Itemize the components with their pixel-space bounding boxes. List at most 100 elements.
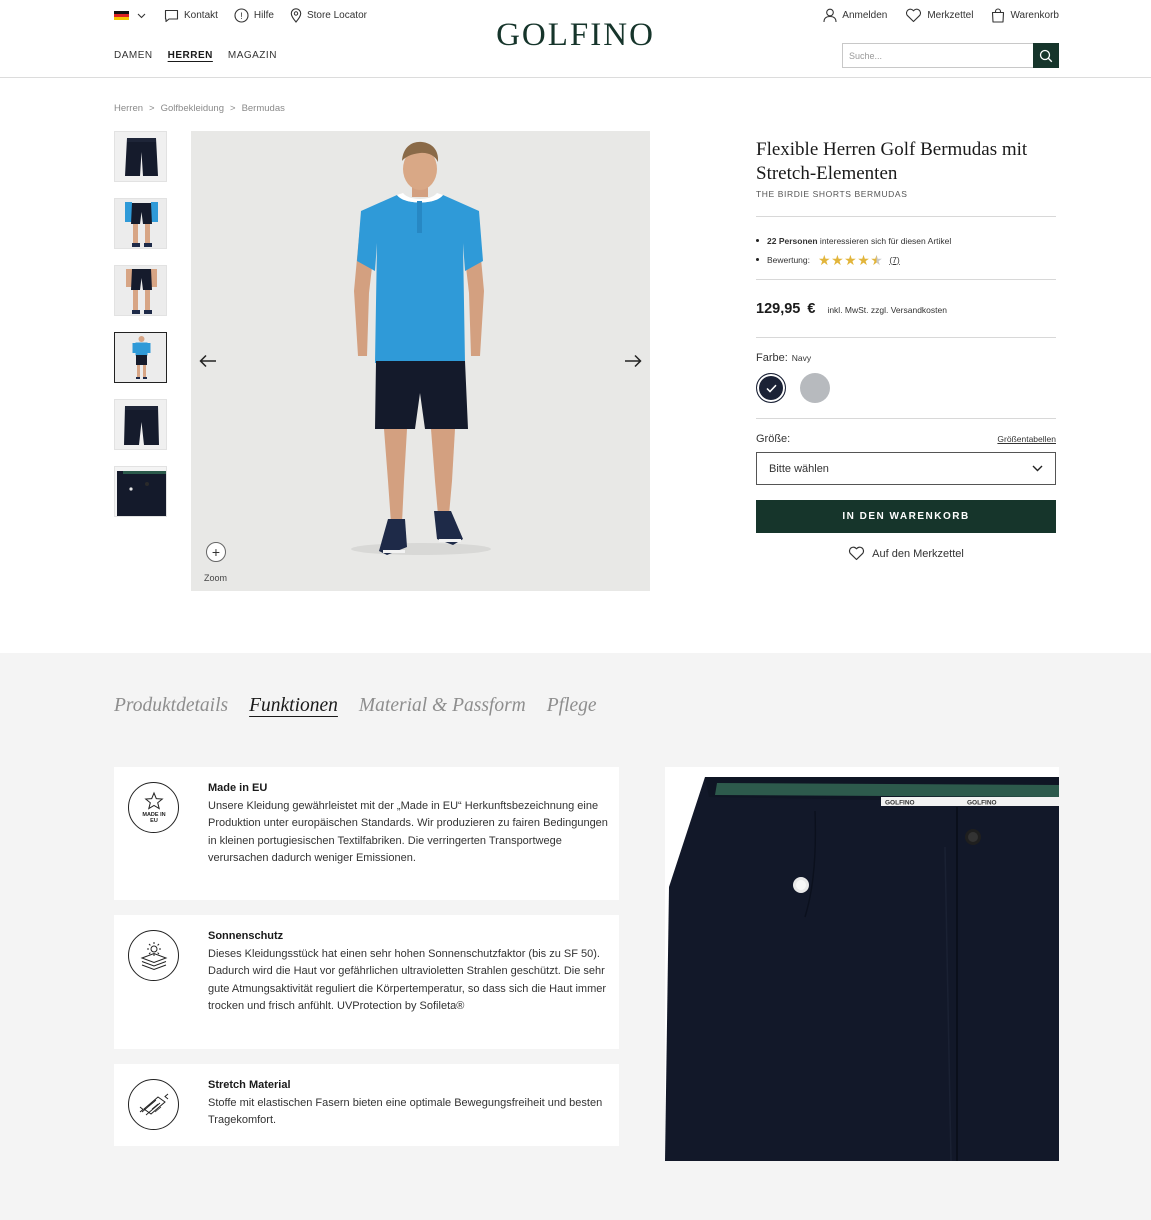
heart-icon xyxy=(906,8,922,23)
star-half-icon: ★ xyxy=(870,251,883,268)
nav-item-magazin[interactable]: MAGAZIN xyxy=(228,50,277,61)
product-main-image[interactable]: + Zoom xyxy=(191,131,650,591)
divider xyxy=(756,216,1056,217)
size-row: Größe: Größentabellen xyxy=(756,433,1056,445)
color-swatches xyxy=(756,373,1056,403)
thumbnail-image[interactable] xyxy=(114,198,167,249)
feature-title: Sonnenschutz xyxy=(208,930,284,942)
wishlist-button-label: Auf den Merkzettel xyxy=(872,547,964,560)
size-select[interactable]: Bitte wählen xyxy=(756,452,1056,485)
login-label: Anmelden xyxy=(842,10,888,21)
search-input[interactable] xyxy=(843,44,1033,67)
color-label-text: Farbe: xyxy=(756,352,788,364)
breadcrumb-separator: > xyxy=(230,103,236,114)
tab-pflege[interactable]: Pflege xyxy=(547,695,597,717)
nav-item-herren[interactable]: HERREN xyxy=(168,50,213,61)
feature-description: Stoffe mit elastischen Fasern bieten ein… xyxy=(208,1097,603,1127)
login-link[interactable]: Anmelden xyxy=(823,8,887,23)
utility-nav-right: Anmelden Merkzettel Warenkorb xyxy=(805,8,1059,23)
add-to-cart-button[interactable]: IN DEN WARENKORB xyxy=(756,500,1056,533)
thumbnail-image[interactable] xyxy=(114,399,167,450)
product-subtitle: THE BIRDIE SHORTS BERMUDAS xyxy=(756,189,908,199)
feature-description: Unsere Kleidung gewährleistet mit der „M… xyxy=(208,800,608,864)
star-full-icon: ★ xyxy=(818,251,831,268)
star-full-icon: ★ xyxy=(831,251,844,268)
previous-image-arrow-icon[interactable] xyxy=(199,354,217,368)
wishlist-link[interactable]: Merkzettel xyxy=(905,8,973,23)
next-image-arrow-icon[interactable] xyxy=(624,354,642,368)
tab-material-passform[interactable]: Material & Passform xyxy=(359,695,526,717)
product-title: Flexible Herren Golf Bermudas mit Stretc… xyxy=(756,139,1028,184)
product-detail-image: GOLFINO GOLFINO xyxy=(665,767,1059,1161)
tax-note: inkl. MwSt. zzgl. Versandkosten xyxy=(827,305,947,315)
feature-title: Stretch Material xyxy=(208,1079,291,1091)
feature-card-made-in-eu: MADE IN EU Made in EU Unsere Kleidung ge… xyxy=(114,767,619,900)
breadcrumb-separator: > xyxy=(149,103,155,114)
product-details-section: Produktdetails Funktionen Material & Pas… xyxy=(0,653,1151,1220)
thumbnail-list xyxy=(114,131,167,533)
currency-symbol: € xyxy=(807,301,816,317)
search-icon xyxy=(1039,49,1053,62)
interest-text: interessieren sich für diesen Artikel xyxy=(817,235,952,246)
main-navigation: DAMEN HERREN MAGAZIN xyxy=(114,50,292,61)
breadcrumb-item[interactable]: Golfbekleidung xyxy=(161,103,224,114)
size-table-link[interactable]: Größentabellen xyxy=(997,434,1056,444)
star-full-icon: ★ xyxy=(857,251,870,268)
thumbnail-image-active[interactable] xyxy=(114,332,167,383)
made-in-eu-star-icon: MADE IN EU xyxy=(128,782,179,833)
rating-info: Bewertung: ★ ★ ★ ★ ★ (7) xyxy=(756,250,1056,269)
site-header: Kontakt ! Hilfe Store Locator GOLFINO An… xyxy=(0,0,1151,78)
color-swatch-navy[interactable] xyxy=(756,373,786,403)
bullet xyxy=(756,239,759,242)
color-label: Farbe: Navy xyxy=(756,352,1056,364)
thumbnail-image[interactable] xyxy=(114,466,167,517)
tab-produktdetails[interactable]: Produktdetails xyxy=(114,695,228,717)
size-label: Größe: xyxy=(756,433,791,445)
interest-info: 22 Personen interessieren sich für diese… xyxy=(756,231,1056,250)
nav-item-damen[interactable]: DAMEN xyxy=(114,50,153,61)
breadcrumb-item[interactable]: Bermudas xyxy=(242,103,285,114)
product-facts: 22 Personen interessieren sich für diese… xyxy=(756,231,1056,269)
interest-count: 22 Personen xyxy=(767,235,818,246)
rating-label: Bewertung: xyxy=(767,254,810,265)
divider xyxy=(756,337,1056,338)
logo-text: GOLFINO xyxy=(496,17,655,53)
zoom-label: Zoom xyxy=(204,573,228,583)
svg-text:EU: EU xyxy=(150,818,158,824)
breadcrumb-item[interactable]: Herren xyxy=(114,103,143,114)
thumbnail-image[interactable] xyxy=(114,265,167,316)
heart-icon xyxy=(849,546,865,561)
wishlist-label: Merkzettel xyxy=(927,10,974,21)
cart-link[interactable]: Warenkorb xyxy=(991,8,1059,23)
detail-tabs: Produktdetails Funktionen Material & Pas… xyxy=(114,695,618,717)
feature-description: Dieses Kleidungsstück hat einen sehr hoh… xyxy=(208,948,607,1012)
bullet xyxy=(756,258,759,261)
feature-card-stretch-material: Stretch Material Stoffe mit elastischen … xyxy=(114,1064,619,1146)
divider xyxy=(756,279,1056,280)
waistband-brand-text: GOLFINO xyxy=(885,800,915,807)
size-select-value: Bitte wählen xyxy=(769,462,829,475)
zoom-plus-icon[interactable]: + xyxy=(206,542,226,562)
search-button[interactable] xyxy=(1033,43,1059,68)
shopping-bag-icon xyxy=(992,8,1005,23)
rating-stars[interactable]: ★ ★ ★ ★ ★ xyxy=(818,253,883,267)
sun-protection-icon xyxy=(128,930,179,981)
star-full-icon: ★ xyxy=(844,251,857,268)
rating-count-link[interactable]: (7) xyxy=(889,255,899,265)
stretch-fabric-icon xyxy=(128,1079,179,1130)
price-block: 129,95 € inkl. MwSt. zzgl. Versandkosten xyxy=(756,301,1056,317)
model-photo xyxy=(191,131,650,591)
thumbnail-image[interactable] xyxy=(114,131,167,182)
search-box xyxy=(842,43,1059,68)
add-to-wishlist-button[interactable]: Auf den Merkzettel xyxy=(756,546,1056,561)
product-info-panel: Flexible Herren Golf Bermudas mit Stretc… xyxy=(756,138,1056,561)
tab-funktionen[interactable]: Funktionen xyxy=(249,695,338,717)
divider xyxy=(756,418,1056,419)
breadcrumb: Herren > Golfbekleidung > Bermudas xyxy=(114,103,285,114)
feature-card-sonnenschutz: Sonnenschutz Dieses Kleidungsstück hat e… xyxy=(114,915,619,1049)
feature-title: Made in EU xyxy=(208,782,268,794)
selected-color-value: Navy xyxy=(791,353,812,363)
chevron-down-icon xyxy=(1032,465,1043,472)
waistband-brand-text: GOLFINO xyxy=(967,800,997,807)
color-swatch-grey[interactable] xyxy=(800,373,830,403)
